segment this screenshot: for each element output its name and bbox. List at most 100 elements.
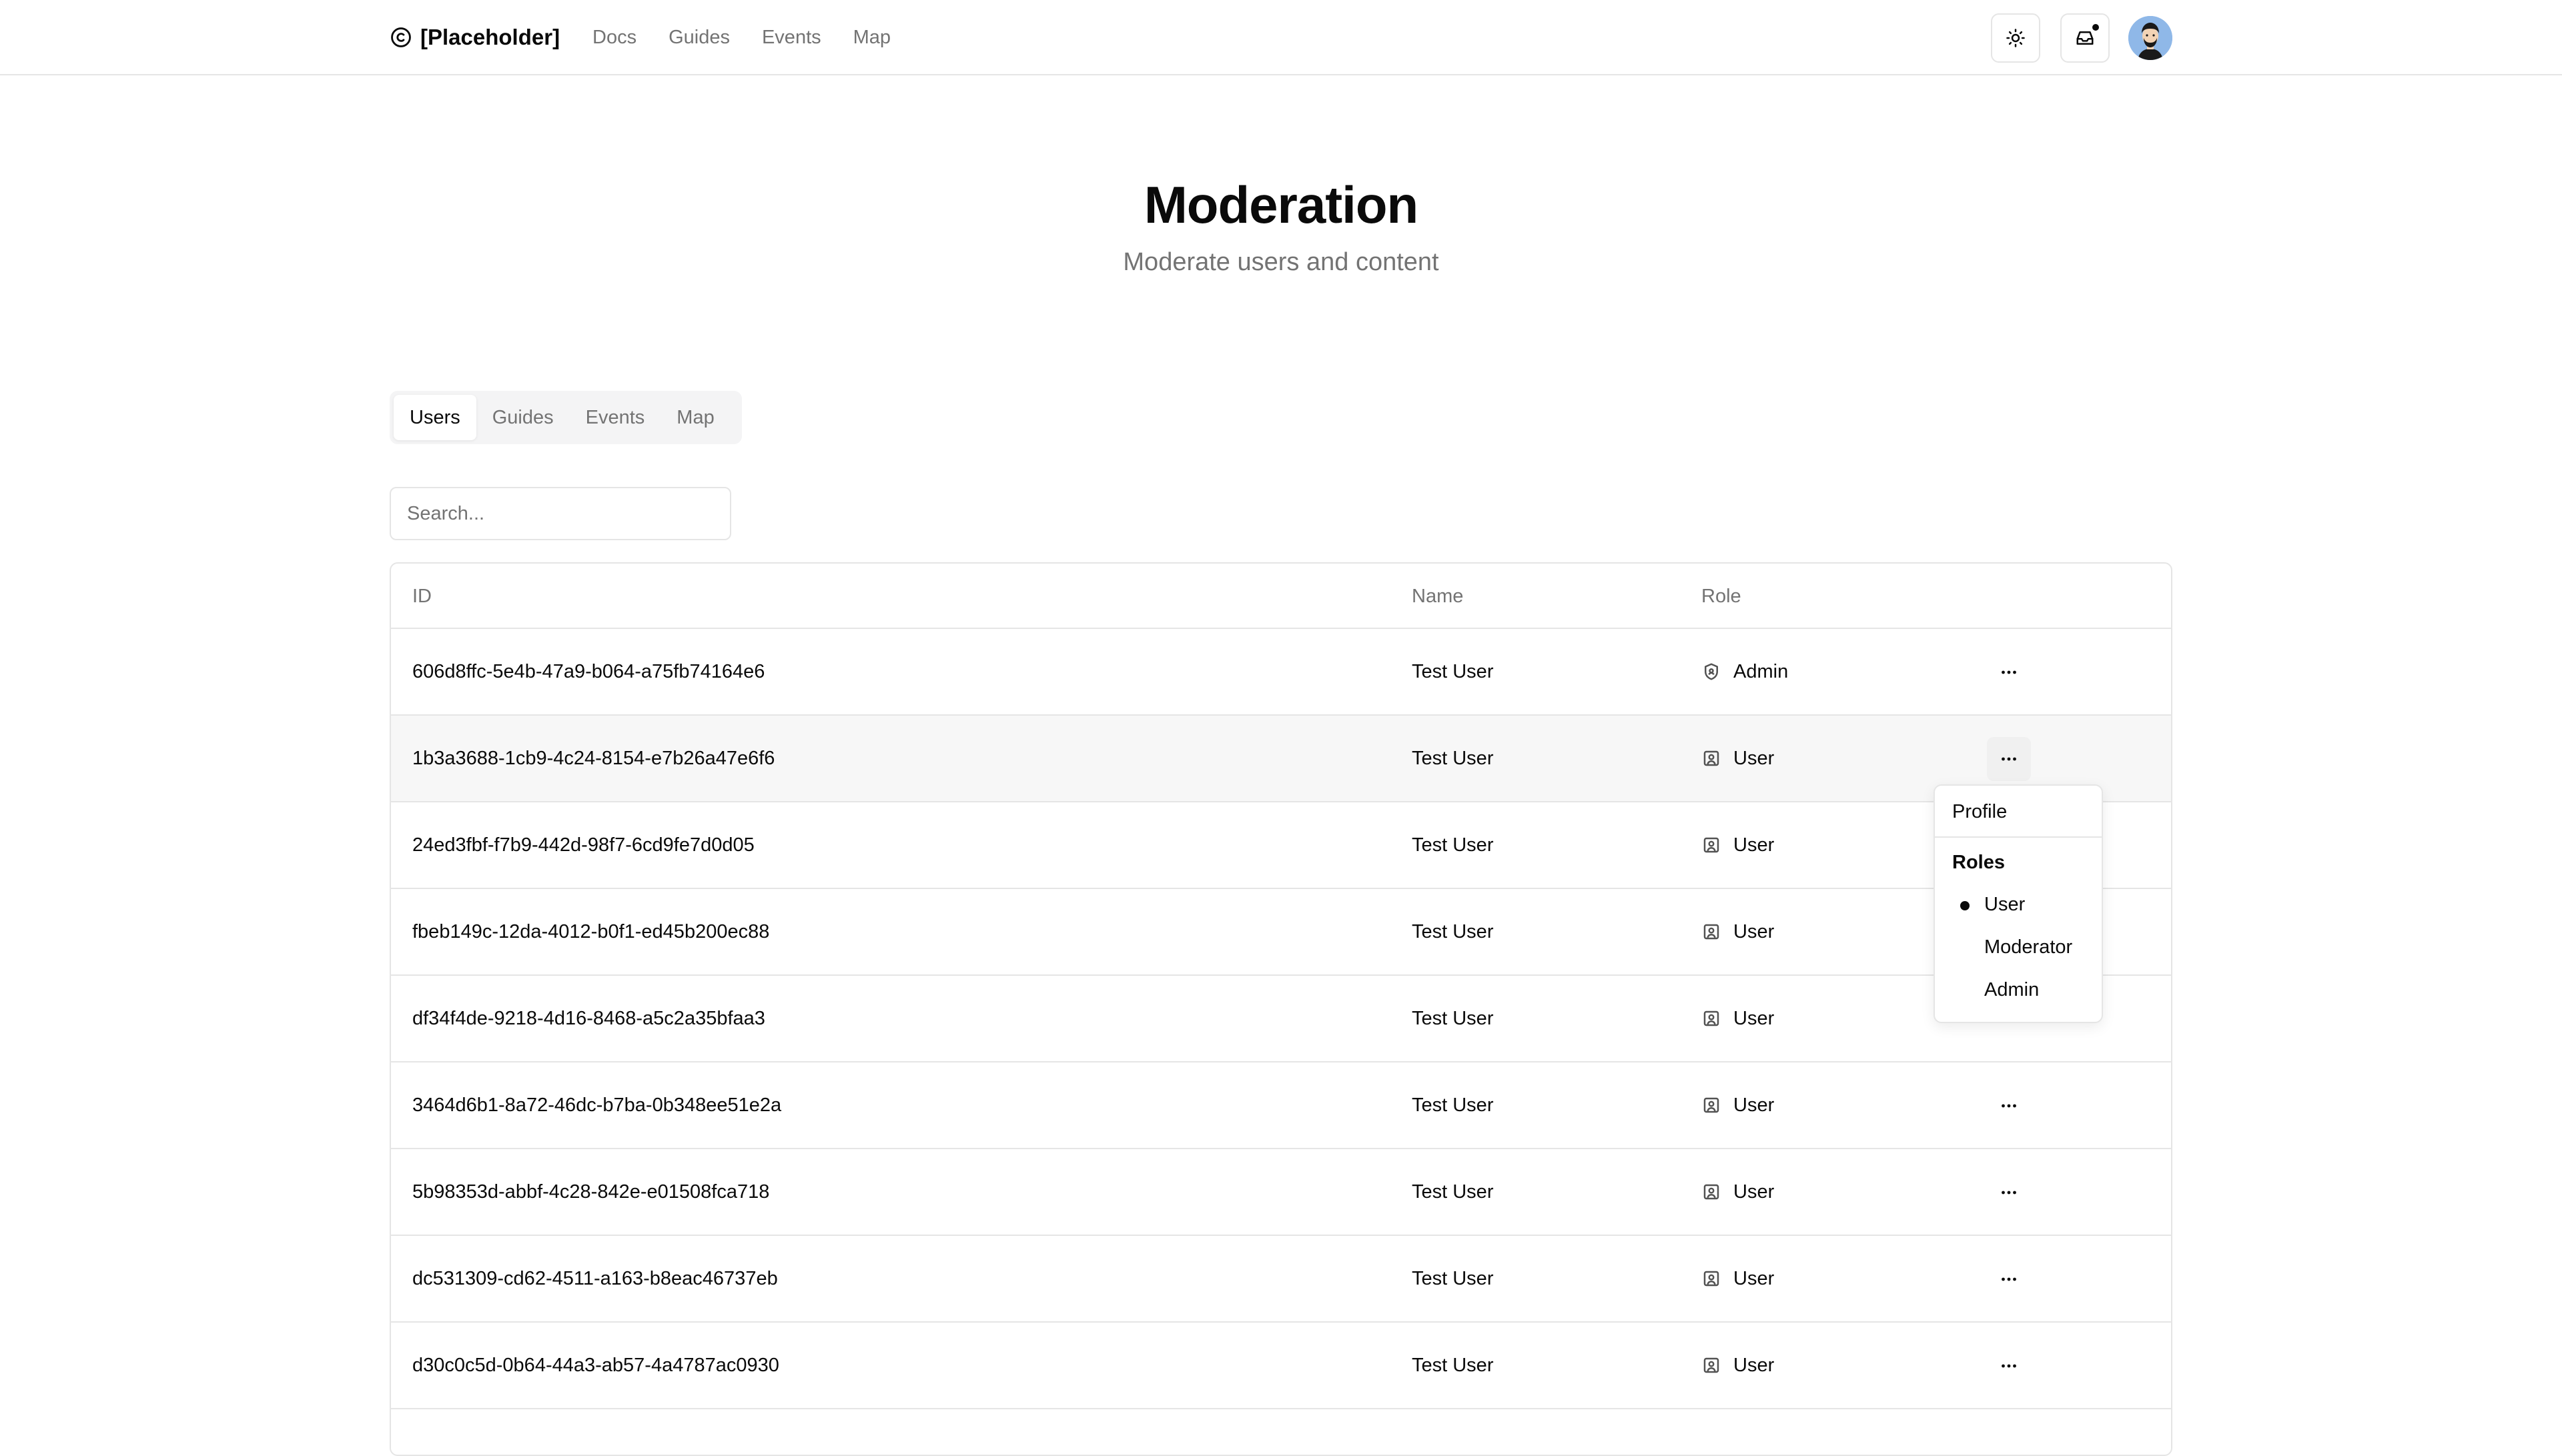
table-row[interactable]: 606d8ffc-5e4b-47a9-b064-a75fb74164e6 Test… (391, 629, 2171, 716)
cell-user-role: User (1701, 1062, 1774, 1148)
more-horizontal-icon (2002, 1191, 2016, 1195)
main-nav: Docs Guides Events Map (592, 24, 891, 51)
cell-user-id: 24ed3fbf-f7b9-442d-98f7-6cd9fe7d0d05 (412, 834, 755, 856)
top-header: [Placeholder] Docs Guides Events Map (0, 0, 2562, 75)
cell-user-name: Test User (1412, 920, 1494, 942)
role-label: User (1733, 1267, 1775, 1289)
row-actions-button[interactable] (1987, 1171, 2031, 1215)
row-actions-button[interactable] (1987, 1084, 2031, 1128)
cell-user-role: User (1701, 1149, 1774, 1235)
tab-map[interactable]: Map (661, 395, 730, 440)
row-actions-button[interactable] (1987, 650, 2031, 694)
nav-link-guides[interactable]: Guides (669, 24, 730, 51)
menu-radio-label: Moderator (1984, 936, 2073, 958)
row-actions-button[interactable] (1987, 1344, 2031, 1388)
copyright-icon (391, 27, 411, 47)
brand-link[interactable]: [Placeholder] (390, 20, 560, 55)
user-square-icon (1703, 1271, 1719, 1287)
table-row[interactable]: 1b3a3688-1cb9-4c24-8154-e7b26a47e6f6 Test… (391, 716, 2171, 802)
cell-user-id: 606d8ffc-5e4b-47a9-b064-a75fb74164e6 (412, 660, 765, 682)
more-horizontal-icon (2002, 757, 2016, 761)
role-label: User (1733, 834, 1775, 856)
cell-user-name: Test User (1412, 660, 1494, 682)
table-row[interactable]: dc531309-cd62-4511-a163-b8eac46737eb Test… (391, 1236, 2171, 1323)
column-header-name: Name (1412, 585, 1464, 607)
tab-users[interactable]: Users (394, 395, 476, 440)
cell-user-id: 1b3a3688-1cb9-4c24-8154-e7b26a47e6f6 (412, 747, 775, 769)
users-table: ID Name Role 606d8ffc-5e4b-47a9-b064-a75… (390, 562, 2172, 1456)
table-header: ID Name Role (391, 564, 2171, 629)
menu-label-roles: Roles (1952, 851, 2005, 873)
role-label: User (1733, 1007, 1775, 1029)
brand-name: [Placeholder] (420, 25, 560, 49)
cell-user-id: fbeb149c-12da-4012-b0f1-ed45b200ec88 (412, 920, 770, 942)
cell-user-name: Test User (1412, 747, 1494, 769)
nav-link-map[interactable]: Map (853, 24, 891, 51)
selected-dot-icon (1960, 901, 1970, 910)
menu-separator (1935, 836, 2102, 838)
cell-user-name: Test User (1412, 834, 1494, 856)
role-label: User (1733, 1094, 1775, 1116)
cell-user-name: Test User (1412, 1267, 1494, 1289)
role-label: User (1733, 1181, 1775, 1203)
cell-user-role: User (1701, 802, 1774, 888)
role-label: User (1733, 747, 1775, 769)
more-horizontal-icon (2002, 1277, 2016, 1281)
row-actions-button[interactable] (1987, 737, 2031, 781)
avatar-image (2128, 16, 2172, 60)
table-row[interactable]: df34f4de-9218-4d16-8468-a5c2a35bfaa3 Test… (391, 976, 2171, 1062)
search-input[interactable] (390, 487, 731, 540)
user-square-icon (1703, 750, 1719, 766)
more-horizontal-icon (2002, 1104, 2016, 1108)
user-avatar[interactable] (2128, 16, 2172, 60)
cell-user-role: User (1701, 889, 1774, 974)
menu-radio-role-admin[interactable]: Admin (1940, 968, 2096, 1011)
row-actions-button[interactable] (1987, 1257, 2031, 1301)
tab-guides[interactable]: Guides (476, 395, 570, 440)
cell-user-role: User (1701, 1323, 1774, 1408)
table-row[interactable]: 24ed3fbf-f7b9-442d-98f7-6cd9fe7d0d05 Test… (391, 802, 2171, 889)
user-square-icon (1703, 1010, 1719, 1026)
more-horizontal-icon (2002, 1364, 2016, 1368)
cell-user-id: 3464d6b1-8a72-46dc-b7ba-0b348ee51e2a (412, 1094, 782, 1116)
tab-events[interactable]: Events (570, 395, 661, 440)
table-row[interactable]: d30c0c5d-0b64-44a3-ab57-4a4787ac0930 Test… (391, 1323, 2171, 1409)
role-label: Admin (1733, 660, 1789, 682)
cell-user-role: User (1701, 716, 1774, 801)
theme-toggle-button[interactable] (1991, 13, 2040, 63)
cell-user-role: Admin (1701, 629, 1788, 714)
user-square-icon (1703, 1097, 1719, 1113)
table-row[interactable]: 3464d6b1-8a72-46dc-b7ba-0b348ee51e2a Test… (391, 1062, 2171, 1149)
cell-user-name: Test User (1412, 1094, 1494, 1116)
role-label: User (1733, 920, 1775, 942)
menu-item-profile[interactable]: Profile (1940, 791, 2096, 832)
cell-user-id: df34f4de-9218-4d16-8468-a5c2a35bfaa3 (412, 1007, 765, 1029)
inbox-button[interactable] (2060, 13, 2110, 63)
cell-user-id: dc531309-cd62-4511-a163-b8eac46737eb (412, 1267, 778, 1289)
menu-radio-role-moderator[interactable]: Moderator (1940, 926, 2096, 968)
moderation-tabs: Users Guides Events Map (390, 391, 742, 444)
user-square-icon (1703, 1184, 1719, 1200)
column-header-id: ID (412, 585, 432, 607)
cell-user-id: 5b98353d-abbf-4c28-842e-e01508fca718 (412, 1181, 770, 1203)
shield-icon (1705, 663, 1718, 680)
more-horizontal-icon (2002, 670, 2016, 674)
nav-link-events[interactable]: Events (762, 24, 821, 51)
page-title: Moderation (1144, 175, 1418, 234)
table-row[interactable]: fbeb149c-12da-4012-b0f1-ed45b200ec88 Test… (391, 889, 2171, 976)
column-header-role: Role (1701, 585, 1741, 607)
sun-icon (2006, 29, 2025, 47)
menu-radio-label: Admin (1984, 978, 2040, 1000)
nav-link-docs[interactable]: Docs (592, 24, 636, 51)
menu-radio-label: User (1984, 893, 2026, 915)
cell-user-name: Test User (1412, 1007, 1494, 1029)
cell-user-name: Test User (1412, 1181, 1494, 1203)
user-square-icon (1703, 837, 1719, 853)
user-square-icon (1703, 924, 1719, 940)
role-label: User (1733, 1354, 1775, 1376)
cell-user-role: User (1701, 976, 1774, 1061)
notification-dot (2091, 23, 2100, 32)
table-row[interactable]: 5b98353d-abbf-4c28-842e-e01508fca718 Test… (391, 1149, 2171, 1236)
menu-radio-role-user[interactable]: User (1940, 883, 2096, 926)
row-actions-menu: Profile Roles User Moderator Admin (1934, 784, 2103, 1023)
